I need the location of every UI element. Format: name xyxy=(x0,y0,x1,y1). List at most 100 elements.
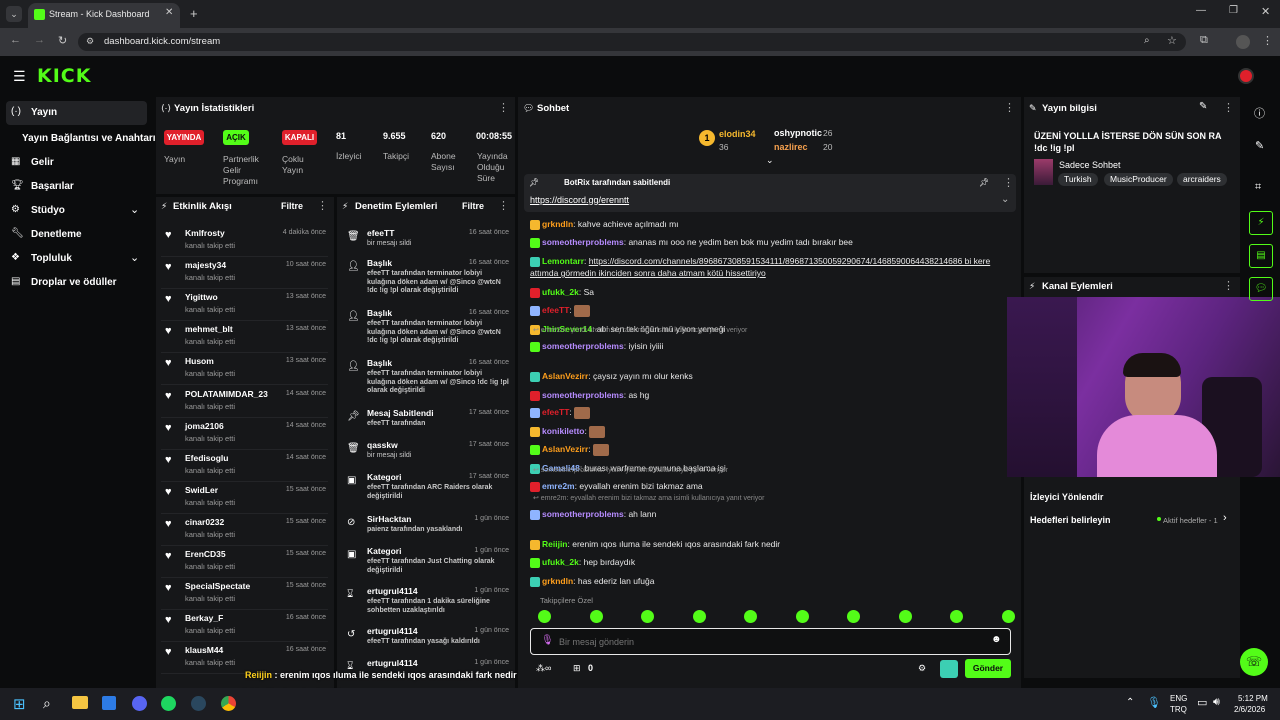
leader-name[interactable]: oshypnotic xyxy=(774,128,822,138)
action-goals[interactable]: Hedefleri belirleyin xyxy=(1030,515,1111,525)
chat-message[interactable]: efeeTT: xyxy=(530,304,1012,317)
chat-popout-button[interactable]: 💬︎ xyxy=(1249,277,1273,301)
tag-chip[interactable]: Turkish xyxy=(1058,173,1098,186)
list-item[interactable]: ♥ majesty34 kanalı takip etti 10 saat önce xyxy=(161,260,328,290)
site-info-icon[interactable]: ⚙ xyxy=(86,36,94,47)
emote-icon[interactable] xyxy=(950,610,963,623)
list-item[interactable]: ⌛︎ ertugrul4114 1 gün önce efeeTT tarafında… xyxy=(343,586,511,624)
clock-time[interactable]: 5:12 PM xyxy=(1238,694,1268,703)
maximize-icon[interactable]: ❐ xyxy=(1229,5,1238,16)
action-raid[interactable]: İzleyici Yönlendir xyxy=(1030,492,1103,502)
kick-logo[interactable]: KICK xyxy=(37,65,91,87)
chat-username[interactable]: Lemontarr xyxy=(542,256,584,266)
chat-username[interactable]: someotherproblems xyxy=(542,341,624,351)
chat-message[interactable]: grkndln: has ederiz lan ufuğa xyxy=(530,575,1012,587)
chat-username[interactable]: efeeTT xyxy=(542,305,569,315)
list-item[interactable]: ♥ Kmlfrosty kanalı takip etti 4 dakika önce xyxy=(161,228,328,257)
volume-icon[interactable]: 🔊︎ xyxy=(1213,696,1220,709)
chat-message[interactable]: ufukk_2k: Sa xyxy=(530,286,1012,298)
chat-username[interactable]: grkndln xyxy=(542,576,573,586)
back-icon[interactable]: ← xyxy=(10,34,21,46)
more-options-icon[interactable]: ⋮ xyxy=(1223,279,1234,292)
channel-points-icon[interactable]: ⁂∞ xyxy=(536,663,551,674)
emote-icon[interactable] xyxy=(692,610,706,623)
sidebar-item-yayin[interactable]: (·) Yayın xyxy=(6,101,147,125)
list-item[interactable]: ▣ Kategori 17 saat önce efeeTT tarafından A… xyxy=(343,472,511,512)
file-explorer-icon[interactable] xyxy=(72,696,88,709)
emote-icon[interactable] xyxy=(538,610,551,623)
support-button[interactable]: ☏ xyxy=(1240,648,1268,676)
sidebar-item-basarilar[interactable]: 🏆︎ Başarılar xyxy=(6,177,147,199)
edit-icon[interactable]: ✎ xyxy=(1255,139,1264,152)
sidebar-item-studyo[interactable]: ⚙ Stüdyo ⌄ xyxy=(6,201,147,223)
filter-button[interactable]: Filtre xyxy=(462,201,484,211)
list-item[interactable]: ♥ Husom kanalı takip etti 13 saat önce xyxy=(161,356,328,386)
quick-emote-button[interactable] xyxy=(940,660,958,678)
list-item[interactable]: ♥ SwidLer kanalı takip etti 15 saat önce xyxy=(161,485,328,514)
list-item[interactable]: ♥ Efedisoglu kanalı takip etti 14 saat önce xyxy=(161,453,328,482)
chat-message[interactable]: Reiijin: erenim ıqos ıluma ile sendeki ı… xyxy=(530,538,1012,550)
chat-username[interactable]: ufukk_2k xyxy=(542,557,579,567)
list-item[interactable]: ♥ ErenCD35 kanalı takip etti 15 saat önce xyxy=(161,549,328,578)
discord-icon[interactable] xyxy=(132,696,147,711)
notes-button[interactable]: ▤ xyxy=(1249,244,1273,268)
leader-name[interactable]: elodin34 xyxy=(719,129,756,139)
close-window-icon[interactable]: ✕ xyxy=(1261,5,1270,18)
filter-button[interactable]: Filtre xyxy=(281,201,303,211)
chat-message[interactable]: someotherproblems: as hg xyxy=(530,389,1012,401)
emote-icon[interactable] xyxy=(898,610,912,623)
more-options-icon[interactable]: ⋮ xyxy=(317,199,328,212)
store-icon[interactable] xyxy=(102,696,116,710)
sidebar-item-denetleme[interactable]: 🔧︎ Denetleme xyxy=(6,225,147,247)
extensions-icon[interactable]: ⧉ xyxy=(1200,34,1208,47)
chat-username[interactable]: efeeTT xyxy=(542,407,569,417)
chat-message[interactable]: someotherproblems: iyisin iyiiii xyxy=(530,340,1012,352)
chat-message[interactable]: emre2m: eyvallah erenim bizi takmaz ama xyxy=(530,480,1012,492)
chat-message[interactable]: ufukk_2k: hep bırdaydık xyxy=(530,556,1012,568)
quick-action-button[interactable]: ⚡︎ xyxy=(1249,211,1273,235)
list-item[interactable]: ♥ joma2106 kanalı takip etti 14 saat önce xyxy=(161,421,328,450)
new-tab-icon[interactable]: + xyxy=(190,6,198,21)
chevron-right-icon[interactable]: › xyxy=(1223,512,1227,524)
more-options-icon[interactable]: ⋮ xyxy=(1004,101,1015,114)
microphone-icon[interactable]: 🎙︎ xyxy=(1147,696,1161,709)
chat-message[interactable]: Lemontarr: https://discord.com/channels/… xyxy=(530,255,1012,279)
emote-icon[interactable] xyxy=(589,610,603,623)
collapse-leaderboard-icon[interactable]: ⌄ xyxy=(766,155,774,166)
chat-message-input[interactable] xyxy=(559,634,959,649)
chat-username[interactable]: Reiijin xyxy=(542,539,568,549)
category-name[interactable]: Sadece Sohbet xyxy=(1059,160,1121,170)
pinned-link[interactable]: https://discord.gg/erenntt xyxy=(530,195,629,205)
tag-chip[interactable]: arcraiders xyxy=(1177,173,1227,186)
list-item[interactable]: ↺ ertugrul4114 1 gün önce efeeTT tarafından… xyxy=(343,626,511,656)
send-button[interactable]: Gönder xyxy=(965,659,1011,678)
chat-message[interactable]: AslanVezirr: çaysız yayın mı olur kenks xyxy=(530,370,1012,382)
forward-icon[interactable]: → xyxy=(34,34,45,46)
clock-date[interactable]: 2/6/2026 xyxy=(1234,705,1265,714)
more-options-icon[interactable]: ⋮ xyxy=(1223,101,1234,114)
emote-icon[interactable] xyxy=(795,610,809,623)
chat-username[interactable]: someotherproblems xyxy=(542,509,624,519)
list-item[interactable]: 📌︎ Mesaj Sabitlendi 17 saat önce efeeTT tar… xyxy=(343,408,511,438)
emoji-icon[interactable]: ☻ xyxy=(991,634,1002,645)
chat-username[interactable]: AslanVezirr xyxy=(542,444,588,454)
chat-message[interactable]: efeeTT: xyxy=(530,406,1012,419)
sidebar-item-topluluk[interactable]: ❖ Topluluk ⌄ xyxy=(6,249,147,271)
chat-message[interactable]: konikiletto: xyxy=(530,425,1012,438)
list-item[interactable]: ⊘ SirHacktan 1 gün önce paienz tarafından y… xyxy=(343,514,511,544)
reload-icon[interactable]: ↻ xyxy=(58,34,67,47)
list-item[interactable]: ♥ cinar0232 kanalı takip etti 15 saat önce xyxy=(161,517,328,546)
chat-input-box[interactable]: 🎙︎ ☻ xyxy=(530,628,1011,655)
profile-avatar[interactable] xyxy=(1236,35,1250,49)
zoom-icon[interactable]: ⌕ xyxy=(1144,35,1150,46)
browser-tab[interactable]: Stream - Kick Dashboard ✕ xyxy=(28,3,180,28)
hamburger-menu-icon[interactable]: ☰ xyxy=(13,68,26,85)
language-indicator[interactable]: ENG xyxy=(1170,694,1187,703)
leader-name[interactable]: nazlirec xyxy=(774,142,808,152)
tab-list-button[interactable]: ⌄ xyxy=(6,6,22,22)
chat-message[interactable]: grkndln: kahve achieve açılmadı mı xyxy=(530,218,1012,230)
list-item[interactable]: ♥ POLATAMIMDAR_23 kanalı takip etti 14 saat… xyxy=(161,389,328,418)
more-options-icon[interactable]: ⋮ xyxy=(1003,176,1014,189)
monitor-icon[interactable]: ▭ xyxy=(1197,696,1207,709)
emote-icon[interactable] xyxy=(744,610,757,623)
